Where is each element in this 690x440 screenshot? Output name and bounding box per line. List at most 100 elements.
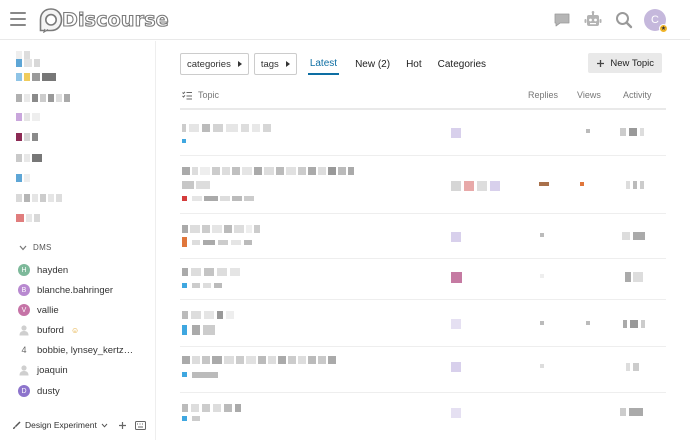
topic-title-obscured[interactable] (182, 167, 354, 175)
activity-time[interactable] (620, 408, 643, 416)
dm-item-buford[interactable]: buford ☺ (18, 324, 79, 336)
search-icon[interactable] (613, 9, 635, 31)
tab-hot[interactable]: Hot (406, 53, 422, 75)
sidebar-item-obscured[interactable] (16, 113, 40, 121)
chevron-down-icon (101, 423, 108, 428)
topic-row[interactable] (180, 112, 666, 156)
tab-new[interactable]: New (2) (355, 53, 390, 75)
activity-time[interactable] (622, 232, 645, 240)
avatar: D (18, 385, 30, 397)
activity-time[interactable] (626, 363, 639, 371)
topic-row[interactable] (180, 157, 666, 214)
dm-item-dusty[interactable]: D dusty (18, 385, 60, 397)
views-count (586, 129, 590, 133)
category-badge[interactable] (182, 325, 187, 335)
chevron-down-icon (19, 245, 27, 250)
avatar-letter: C (651, 14, 659, 26)
hamburger-icon[interactable] (10, 12, 26, 26)
sidebar-item-obscured[interactable] (16, 133, 38, 141)
topic-title-obscured[interactable] (182, 268, 240, 276)
dms-section-header[interactable]: DMS (19, 243, 52, 252)
tags-obscured[interactable] (192, 283, 222, 288)
replies-count[interactable] (540, 364, 544, 368)
topic-row[interactable] (180, 260, 666, 300)
column-activity[interactable]: Activity (623, 90, 652, 100)
topic-row[interactable] (180, 348, 666, 393)
column-replies[interactable]: Replies (528, 90, 558, 100)
column-views[interactable]: Views (577, 90, 601, 100)
category-badge[interactable] (182, 139, 186, 143)
replies-count[interactable] (540, 321, 544, 325)
dms-label: DMS (33, 243, 52, 252)
category-badge[interactable] (182, 416, 187, 421)
topic-row[interactable] (180, 301, 666, 347)
dm-item-blanche[interactable]: B blanche.bahringer (18, 284, 113, 296)
topic-title-obscured[interactable] (182, 311, 234, 319)
poster-avatar[interactable] (451, 232, 461, 242)
brush-icon (13, 420, 21, 429)
sidebar-item-obscured[interactable] (16, 94, 70, 102)
new-topic-label: New Topic (610, 57, 654, 69)
tab-latest[interactable]: Latest (307, 53, 340, 75)
replies-count[interactable] (539, 182, 549, 186)
category-badge[interactable] (182, 237, 187, 247)
dm-item-joaquin[interactable]: joaquin (18, 364, 68, 376)
new-topic-button[interactable]: New Topic (588, 53, 662, 73)
category-badge[interactable] (182, 283, 187, 288)
topic-row[interactable] (180, 215, 666, 259)
replies-count[interactable] (540, 274, 544, 278)
sidebar-item-obscured[interactable] (16, 59, 40, 67)
topic-title-obscured[interactable] (182, 124, 271, 132)
bulk-select-icon[interactable] (182, 91, 192, 102)
chat-icon[interactable] (551, 9, 573, 31)
poster-avatar[interactable] (451, 272, 462, 283)
topic-title-obscured[interactable] (182, 225, 260, 233)
tags-obscured[interactable] (192, 196, 254, 201)
poster-avatar[interactable] (451, 319, 461, 329)
topic-row[interactable] (180, 394, 666, 440)
category-badge[interactable] (182, 372, 187, 377)
poster-avatar[interactable] (451, 362, 461, 372)
categories-dropdown[interactable]: categories (180, 53, 249, 75)
tags-obscured[interactable] (192, 325, 215, 335)
sidebar-item-obscured[interactable] (16, 51, 30, 59)
dm-item-group[interactable]: 4 bobbie, lynsey_kertz… (18, 344, 133, 356)
activity-time[interactable] (626, 181, 644, 189)
topic-navigation: categories tags Latest New (2) Hot Categ… (180, 53, 662, 75)
site-logo[interactable]: Discourse (38, 5, 169, 35)
tab-categories[interactable]: Categories (438, 53, 486, 75)
sidebar-item-obscured[interactable] (16, 214, 40, 222)
poster-avatar[interactable] (451, 128, 461, 138)
theme-selector[interactable]: Design Experiment (12, 420, 108, 430)
poster-avatars[interactable] (451, 181, 500, 191)
user-icon (19, 325, 29, 336)
dm-name: vallie (37, 304, 59, 316)
keyboard-icon (135, 420, 146, 430)
theme-label: Design Experiment (25, 420, 97, 430)
tags-dropdown[interactable]: tags (253, 53, 297, 75)
column-topic[interactable]: Topic (198, 90, 219, 100)
sidebar-item-obscured[interactable] (16, 73, 56, 81)
poster-avatar[interactable] (451, 408, 461, 418)
tags-obscured[interactable] (192, 240, 252, 245)
add-section-button[interactable] (118, 421, 127, 430)
replies-count[interactable] (540, 233, 544, 237)
tags-obscured[interactable] (192, 372, 218, 378)
activity-time[interactable] (625, 272, 643, 282)
dm-item-hayden[interactable]: H hayden (18, 264, 68, 276)
category-badge[interactable] (182, 196, 187, 201)
assistant-bot-icon[interactable] (582, 9, 604, 31)
tags-obscured[interactable] (192, 416, 200, 421)
topic-title-obscured[interactable] (182, 404, 241, 412)
keyboard-shortcuts-button[interactable] (135, 420, 146, 430)
topic-title-obscured[interactable] (182, 356, 336, 364)
dm-item-vallie[interactable]: V vallie (18, 304, 59, 316)
activity-time[interactable] (620, 128, 644, 136)
notification-badge: ★ (659, 24, 668, 33)
activity-time[interactable] (623, 320, 645, 328)
sidebar-item-obscured[interactable] (16, 194, 62, 202)
sidebar-item-obscured[interactable] (16, 154, 42, 162)
sidebar-item-obscured[interactable] (16, 174, 30, 182)
topic-title-obscured[interactable] (182, 181, 210, 189)
user-avatar[interactable]: C ★ (644, 9, 668, 33)
